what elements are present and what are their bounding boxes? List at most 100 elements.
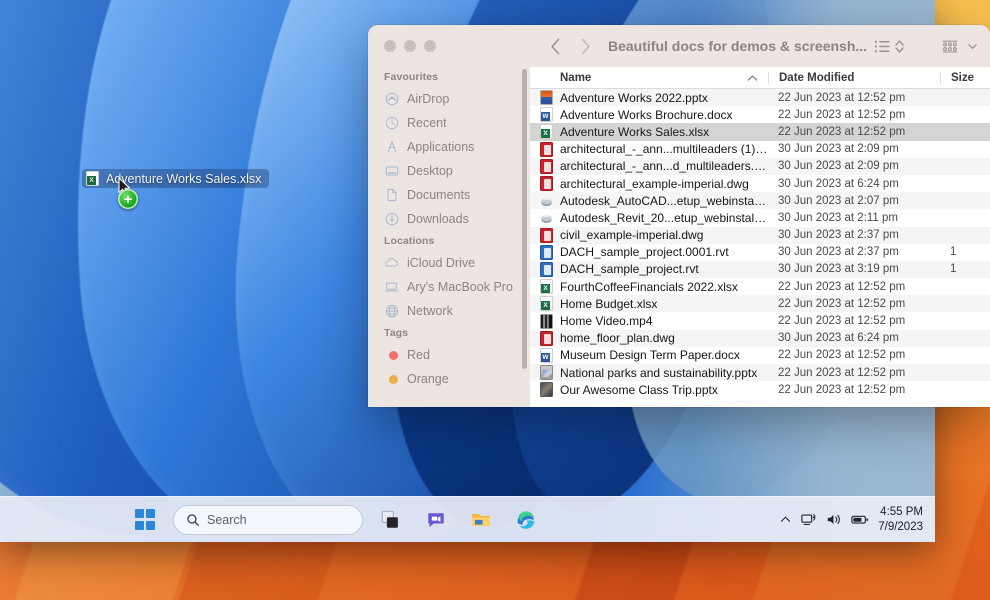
file-name-label: Adventure Works Sales.xlsx	[560, 124, 710, 139]
drag-ghost-file[interactable]: Adventure Works Sales.xlsx	[82, 169, 270, 188]
table-row[interactable]: Autodesk_Revit_20...etup_webinstall.exe 3…	[530, 209, 990, 227]
file-size-cell: 1	[950, 263, 957, 276]
table-row[interactable]: Adventure Works 2022.pptx 22 Jun 2023 at …	[530, 89, 990, 107]
file-name-label: architectural_-_ann...multileaders (1).d…	[560, 142, 768, 157]
chevron-up-icon[interactable]	[779, 513, 792, 526]
table-row[interactable]: Our Awesome Class Trip.pptx 22 Jun 2023 a…	[530, 381, 990, 399]
table-row[interactable]: National parks and sustainability.pptx 22…	[530, 364, 990, 382]
table-row[interactable]: Home Video.mp4 22 Jun 2023 at 12:52 pm	[530, 312, 990, 330]
sidebar-item-applications[interactable]: Applications	[368, 135, 530, 159]
table-row[interactable]: Adventure Works Brochure.docx 22 Jun 2023…	[530, 106, 990, 124]
windows-taskbar[interactable]: Search 4:55 PM 7/9/2023	[0, 496, 935, 542]
file-name-label: Home Budget.xlsx	[560, 296, 658, 311]
file-date-cell: 22 Jun 2023 at 12:52 pm	[778, 315, 906, 328]
taskbar-center-group: Search	[128, 503, 543, 537]
column-header-size[interactable]: Size	[940, 71, 990, 84]
finder-window[interactable]: Favourites AirDrop Recent Applications Deskt…	[368, 25, 990, 407]
word-file-icon	[540, 347, 553, 363]
forward-button[interactable]	[572, 33, 598, 59]
table-row[interactable]: civil_example-imperial.dwg 30 Jun 2023 at…	[530, 226, 990, 244]
volume-icon[interactable]	[826, 512, 842, 527]
file-name-cell: DACH_sample_project.0001.rvt	[530, 244, 768, 260]
sidebar-item-airdrop[interactable]: AirDrop	[368, 87, 530, 111]
table-row[interactable]: DACH_sample_project.rvt 30 Jun 2023 at 3:…	[530, 260, 990, 279]
file-name-cell: DACH_sample_project.rvt	[530, 261, 768, 277]
excel-file-icon	[540, 279, 553, 295]
document-icon	[384, 188, 399, 203]
zoom-button[interactable]	[424, 40, 436, 52]
file-list[interactable]: Adventure Works 2022.pptx 22 Jun 2023 at …	[530, 89, 990, 407]
file-name-cell: home_floor_plan.dwg	[530, 330, 768, 346]
sidebar-item-recent[interactable]: Recent	[368, 111, 530, 135]
sort-updown-icon	[895, 39, 904, 53]
file-name-cell: FourthCoffeeFinancials 2022.xlsx	[530, 279, 768, 295]
toolbar-tools	[874, 39, 978, 54]
sidebar-item-orange[interactable]: Orange	[368, 367, 530, 391]
taskbar-item-file-explorer[interactable]	[464, 503, 498, 537]
close-button[interactable]	[384, 40, 396, 52]
table-row[interactable]: Adventure Works Sales.xlsx 22 Jun 2023 at…	[530, 123, 990, 141]
file-name-label: architectural_example-imperial.dwg	[560, 176, 749, 191]
taskbar-item-task-view[interactable]	[374, 503, 408, 537]
file-name-label: DACH_sample_project.rvt	[560, 262, 699, 277]
sidebar-item-ary-s-macbook-pro[interactable]: Ary's MacBook Pro	[368, 275, 530, 299]
search-input[interactable]: Search	[173, 504, 363, 535]
sidebar-item-downloads[interactable]: Downloads	[368, 207, 530, 231]
file-name-cell: Autodesk_Revit_20...etup_webinstall.exe	[530, 210, 768, 225]
table-row[interactable]: FourthCoffeeFinancials 2022.xlsx 22 Jun 2…	[530, 278, 990, 296]
view-list-button[interactable]	[874, 39, 905, 54]
taskbar-item-chat[interactable]	[419, 503, 453, 537]
taskbar-item-microsoft-edge[interactable]	[509, 503, 543, 537]
revit-file-icon	[540, 244, 553, 260]
tag-dot-icon	[384, 348, 399, 363]
sidebar-item-desktop[interactable]: Desktop	[368, 159, 530, 183]
desktop-icon	[384, 164, 399, 179]
sidebar-item-network[interactable]: Network	[368, 299, 530, 323]
back-button[interactable]	[542, 33, 568, 59]
sidebar-item-label: AirDrop	[407, 92, 450, 106]
column-headers[interactable]: Name Date Modified Size	[530, 67, 990, 89]
table-row[interactable]: Home Budget.xlsx 22 Jun 2023 at 12:52 pm	[530, 295, 990, 313]
table-row[interactable]: home_floor_plan.dwg 30 Jun 2023 at 6:24 p…	[530, 329, 990, 347]
window-title: Beautiful docs for demos & screensh...	[608, 38, 868, 54]
download-icon	[384, 212, 399, 227]
table-row[interactable]: DACH_sample_project.0001.rvt 30 Jun 2023 …	[530, 243, 990, 261]
system-tray[interactable]: 4:55 PM 7/9/2023	[779, 505, 935, 534]
column-header-name[interactable]: Name	[530, 72, 768, 84]
clock-time: 4:55 PM	[880, 506, 923, 519]
table-row[interactable]: architectural_-_ann...multileaders (1).d…	[530, 140, 990, 158]
table-row[interactable]: architectural_-_ann...d_multileaders.dwg…	[530, 157, 990, 175]
chat-icon	[428, 512, 444, 527]
network-icon[interactable]	[801, 512, 817, 527]
window-traffic-lights[interactable]	[384, 40, 436, 52]
file-date-cell: 22 Jun 2023 at 12:52 pm	[778, 297, 906, 310]
column-header-date-modified[interactable]: Date Modified	[768, 71, 940, 84]
taskbar-clock[interactable]: 4:55 PM 7/9/2023	[878, 505, 923, 534]
file-date-cell: 30 Jun 2023 at 2:37 pm	[778, 246, 899, 259]
finder-sidebar[interactable]: Favourites AirDrop Recent Applications Deskt…	[368, 25, 530, 407]
sidebar-item-documents[interactable]: Documents	[368, 183, 530, 207]
battery-icon[interactable]	[851, 513, 869, 526]
file-date-cell: 22 Jun 2023 at 12:52 pm	[778, 125, 906, 138]
revit-file-icon	[540, 261, 553, 277]
table-row[interactable]: architectural_example-imperial.dwg 30 Jun…	[530, 174, 990, 193]
sidebar-section-header: Favourites	[384, 71, 439, 83]
group-options-button[interactable]	[941, 39, 978, 54]
file-name-cell: Our Awesome Class Trip.pptx	[530, 382, 768, 398]
minimise-button[interactable]	[404, 40, 416, 52]
plus-icon: +	[123, 190, 133, 208]
sidebar-item-red[interactable]: Red	[368, 343, 530, 367]
file-date-cell: 30 Jun 2023 at 2:11 pm	[778, 211, 898, 224]
sidebar-item-label: Desktop	[407, 164, 453, 178]
file-date-cell: 22 Jun 2023 at 12:52 pm	[778, 91, 906, 104]
sidebar-scrollbar[interactable]	[522, 69, 527, 369]
table-row[interactable]: Museum Design Term Paper.docx 22 Jun 2023…	[530, 346, 990, 364]
file-date-cell: 30 Jun 2023 at 2:07 pm	[778, 194, 899, 207]
table-row[interactable]: Autodesk_AutoCAD...etup_webinstall.exe 30…	[530, 192, 990, 210]
finder-toolbar[interactable]: Beautiful docs for demos & screensh...	[530, 25, 990, 67]
airdrop-icon	[384, 92, 399, 107]
sidebar-item-label: Ary's MacBook Pro	[407, 280, 513, 294]
start-button[interactable]	[128, 503, 162, 537]
tag-colour-dot	[388, 350, 398, 360]
sidebar-item-icloud-drive[interactable]: iCloud Drive	[368, 251, 530, 275]
